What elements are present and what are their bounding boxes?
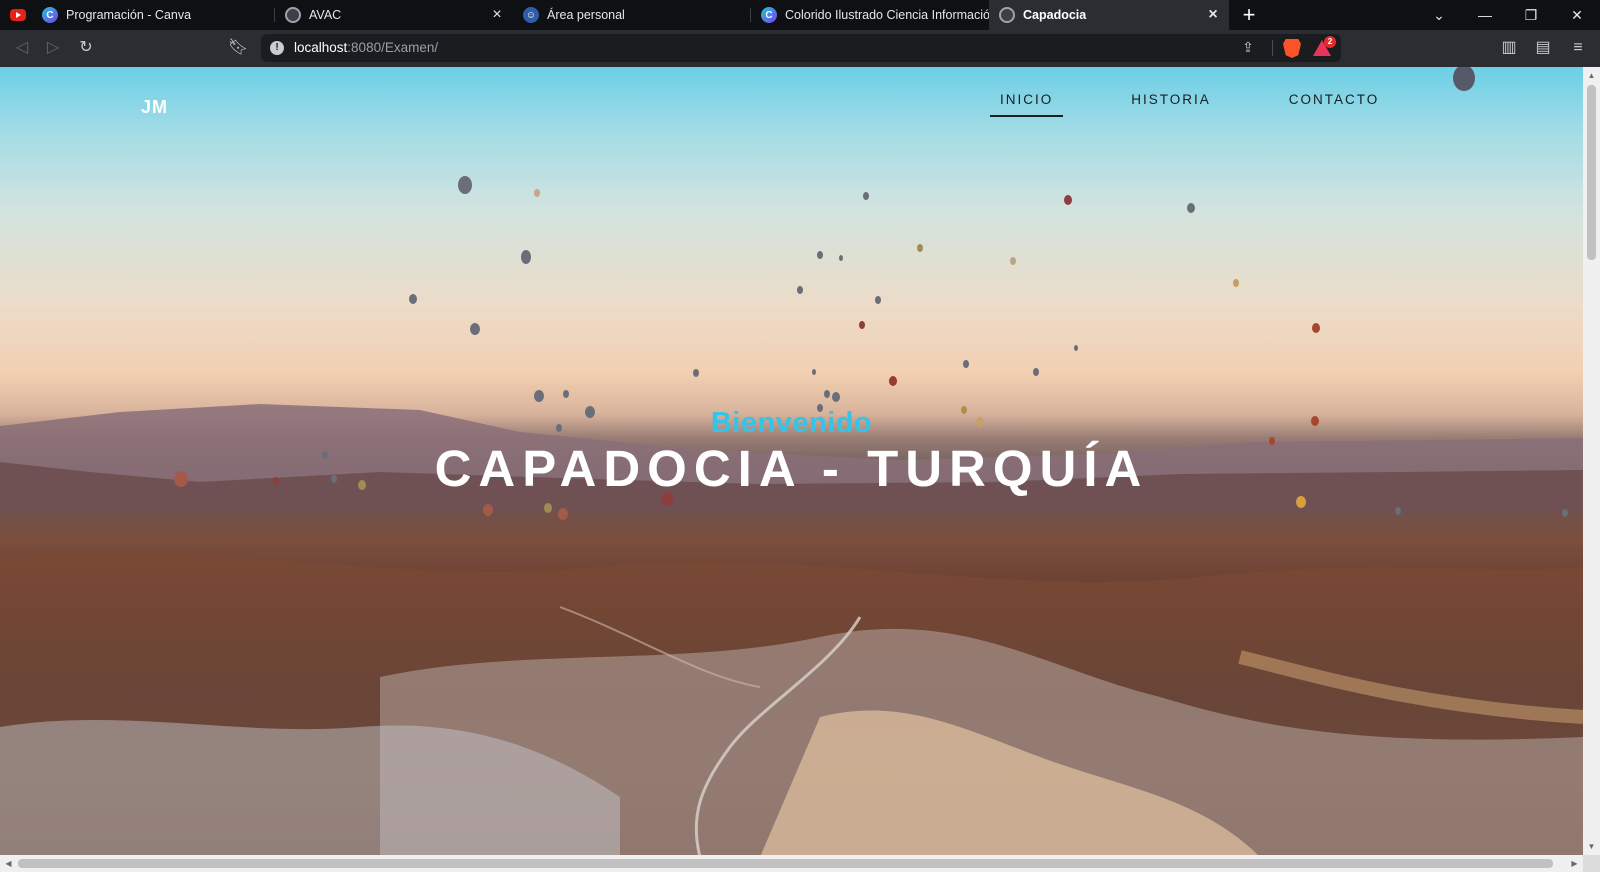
tab-area-personal[interactable]: ☺ Área personal (513, 0, 751, 30)
scroll-up-icon[interactable]: ▲ (1583, 67, 1600, 84)
tab-title: Área personal (547, 8, 625, 22)
scroll-down-icon[interactable]: ▼ (1583, 838, 1600, 855)
tab-title: Programación - Canva (66, 8, 192, 22)
close-icon[interactable]: × (489, 7, 505, 23)
nav-historia[interactable]: HISTORIA (1121, 92, 1221, 117)
menu-icon[interactable]: ≡ (1566, 36, 1590, 60)
scroll-right-icon[interactable]: ▶ (1566, 855, 1583, 872)
bookmark-icon[interactable]: 🔖︎ (226, 36, 250, 60)
tab-search-chevron-icon[interactable]: ⌄ (1416, 0, 1462, 30)
window-close-button[interactable]: ✕ (1554, 0, 1600, 30)
site-info-icon[interactable]: ! (270, 41, 284, 55)
hero-subtitle: Bienvenido (710, 407, 873, 439)
sidebar-icon[interactable]: ▥ (1497, 36, 1521, 60)
forward-icon[interactable]: ▷ (41, 36, 65, 60)
vertical-scroll-thumb[interactable] (1587, 85, 1596, 260)
tab-title: Colorido Ilustrado Ciencia Información (785, 8, 989, 22)
tab-strip: C Programación - Canva AVAC × ☺ Área per… (0, 0, 1600, 30)
balloons-decoration (174, 67, 1568, 520)
youtube-icon (10, 9, 26, 21)
wallet-icon[interactable]: ▤ (1531, 36, 1555, 60)
tab-title: AVAC (309, 8, 342, 22)
tab-title: Capadocia (1023, 8, 1087, 22)
tab-programacion[interactable]: C Programación - Canva (0, 0, 275, 30)
brave-shields-icon[interactable] (1283, 39, 1301, 58)
tab-capadocia[interactable]: Capadocia × (989, 0, 1229, 30)
horizontal-scroll-thumb[interactable] (18, 859, 1553, 868)
horizontal-scrollbar[interactable]: ◀ ▶ (0, 855, 1583, 872)
site-logo[interactable]: JM (141, 97, 168, 118)
nav-contacto[interactable]: CONTACTO (1279, 92, 1390, 117)
browser-toolbar: ◁ ▷ ↻ 🔖︎ ! localhost:8080/Examen/ ⇪ 2 ▥ … (0, 30, 1600, 67)
person-icon: ☺ (523, 7, 539, 23)
rewards-badge: 2 (1324, 36, 1336, 48)
restore-button[interactable]: ❐ (1508, 0, 1554, 30)
reload-icon[interactable]: ↻ (74, 36, 98, 60)
site-nav: INICIO HISTORIA CONTACTO (990, 92, 1447, 117)
tab-colorido[interactable]: C Colorido Ilustrado Ciencia Información (751, 0, 989, 30)
scroll-left-icon[interactable]: ◀ (0, 855, 17, 872)
back-icon[interactable]: ◁ (10, 36, 34, 60)
globe-icon (999, 7, 1015, 23)
nav-inicio[interactable]: INICIO (990, 92, 1064, 117)
page-viewport: JM INICIO HISTORIA CONTACTO Bienvenido C… (0, 67, 1583, 855)
canva-icon: C (761, 7, 777, 23)
globe-icon (285, 7, 301, 23)
minimize-button[interactable]: — (1462, 0, 1508, 30)
address-bar[interactable]: ! localhost:8080/Examen/ ⇪ 2 (261, 34, 1341, 62)
share-icon[interactable]: ⇪ (1239, 39, 1257, 57)
hero-title: CAPADOCIA - TURQUÍA (434, 440, 1149, 497)
url-text[interactable]: localhost:8080/Examen/ (294, 40, 438, 55)
vertical-scrollbar[interactable]: ▲ ▼ (1583, 67, 1600, 855)
new-tab-button[interactable]: + (1229, 0, 1269, 30)
close-icon[interactable]: × (1205, 7, 1221, 23)
tab-avac[interactable]: AVAC × (275, 0, 513, 30)
canva-icon: C (42, 7, 58, 23)
